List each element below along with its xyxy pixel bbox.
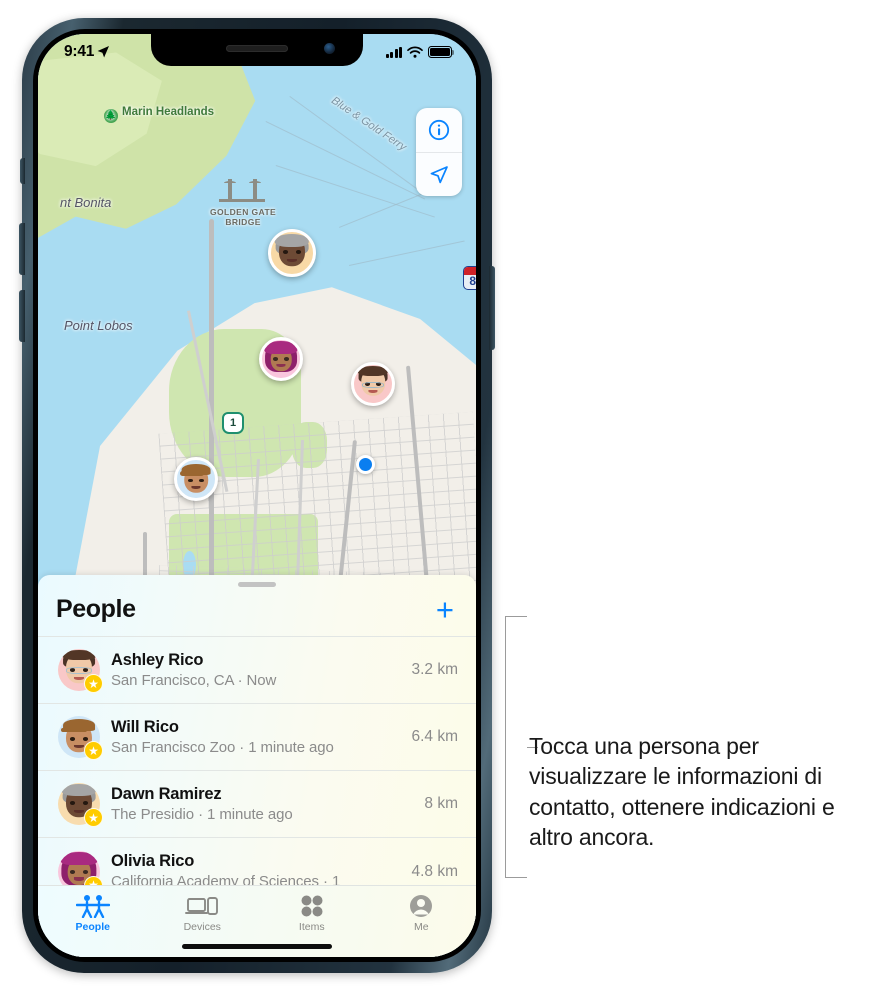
star-badge-icon: ★ [84,808,103,827]
items-icon [299,892,325,918]
self-location-dot [356,455,375,474]
callout-text: Tocca una persona per visualizzare le in… [529,733,835,851]
add-person-button[interactable]: + [432,594,458,625]
volume-down-button[interactable] [19,290,25,342]
map-pin-olivia-rico[interactable] [259,337,303,381]
list-item[interactable]: ★ Will Rico San Francisco Zoo · 1 minute… [38,704,476,771]
phone-screen: GOLDEN GATE BRIDGE 🌲 Marin Headlands nt B… [38,34,476,957]
route-1-shield: 1 [222,412,244,434]
page-title: People [56,595,136,623]
map-pin-ashley-rico[interactable] [351,362,395,406]
map-label-marin-headlands: 🌲 Marin Headlands [104,106,214,123]
map-label-point-bonita: nt Bonita [60,195,112,210]
person-circle-icon [408,892,434,918]
tab-people[interactable]: People [38,892,148,933]
earpiece-speaker [226,45,288,52]
devices-icon [185,892,219,918]
iphone-device-frame: GOLDEN GATE BRIDGE 🌲 Marin Headlands nt B… [19,18,495,973]
avatar: ★ [58,649,103,693]
screenshot-stage: GOLDEN GATE BRIDGE 🌲 Marin Headlands nt B… [0,0,886,990]
list-item[interactable]: ★ Dawn Ramirez The Presidio · 1 minute a… [38,771,476,838]
map-pin-will-rico[interactable] [174,457,218,501]
notch [151,34,363,66]
list-item[interactable]: ★ Ashley Rico San Francisco, CA · Now 3.… [38,637,476,704]
info-button[interactable] [416,108,462,152]
person-text: Ashley Rico San Francisco, CA · Now [111,650,394,690]
people-icon [75,892,110,918]
tab-devices[interactable]: Devices [148,892,258,933]
location-arrow-outline-icon [430,165,448,183]
tab-label: People [75,921,110,933]
avatar: ★ [58,783,103,827]
tab-items[interactable]: Items [257,892,367,933]
power-button[interactable] [489,266,495,350]
person-distance: 3.2 km [411,661,458,678]
map-label-point-lobos: Point Lobos [64,318,133,333]
person-name: Olivia Rico [111,852,195,871]
tab-bar[interactable]: People Devices Items Me [38,885,476,957]
volume-up-button[interactable] [19,223,25,275]
avatar: ★ [58,716,103,760]
person-distance: 8 km [424,795,458,812]
home-indicator[interactable] [182,944,332,949]
sheet-header: People + [38,587,476,636]
phone-bezel: GOLDEN GATE BRIDGE 🌲 Marin Headlands nt B… [33,29,481,962]
person-text: Will Rico San Francisco Zoo · 1 minute a… [111,717,394,757]
map-controls-panel[interactable] [416,108,462,196]
mute-switch[interactable] [20,158,25,184]
map-pin-dawn-ramirez[interactable] [268,229,316,277]
golden-gate-bridge-icon [219,179,265,205]
person-subtitle: San Francisco, CA · Now [111,671,277,689]
tab-label: Items [298,921,325,933]
person-text: Dawn Ramirez The Presidio · 1 minute ago [111,784,407,824]
info-circle-icon [428,119,450,141]
person-name: Will Rico [111,717,179,736]
interstate-80-shield: 80 [463,266,476,290]
tab-label: Me [413,921,429,933]
person-subtitle: San Francisco Zoo · 1 minute ago [111,738,334,756]
locate-me-button[interactable] [416,152,462,196]
person-distance: 6.4 km [411,728,458,745]
callout-bracket [505,616,538,878]
map-label-golden-gate-bridge: GOLDEN GATE BRIDGE [210,207,277,227]
tab-me[interactable]: Me [367,892,477,933]
star-badge-icon: ★ [84,674,103,693]
park-tree-icon: 🌲 [104,108,118,123]
person-name: Ashley Rico [111,650,204,669]
tab-label: Devices [183,921,221,933]
person-name: Dawn Ramirez [111,784,222,803]
person-subtitle: The Presidio · 1 minute ago [111,805,293,823]
person-distance: 4.8 km [411,862,458,880]
front-camera [324,43,335,54]
star-badge-icon: ★ [84,741,103,760]
